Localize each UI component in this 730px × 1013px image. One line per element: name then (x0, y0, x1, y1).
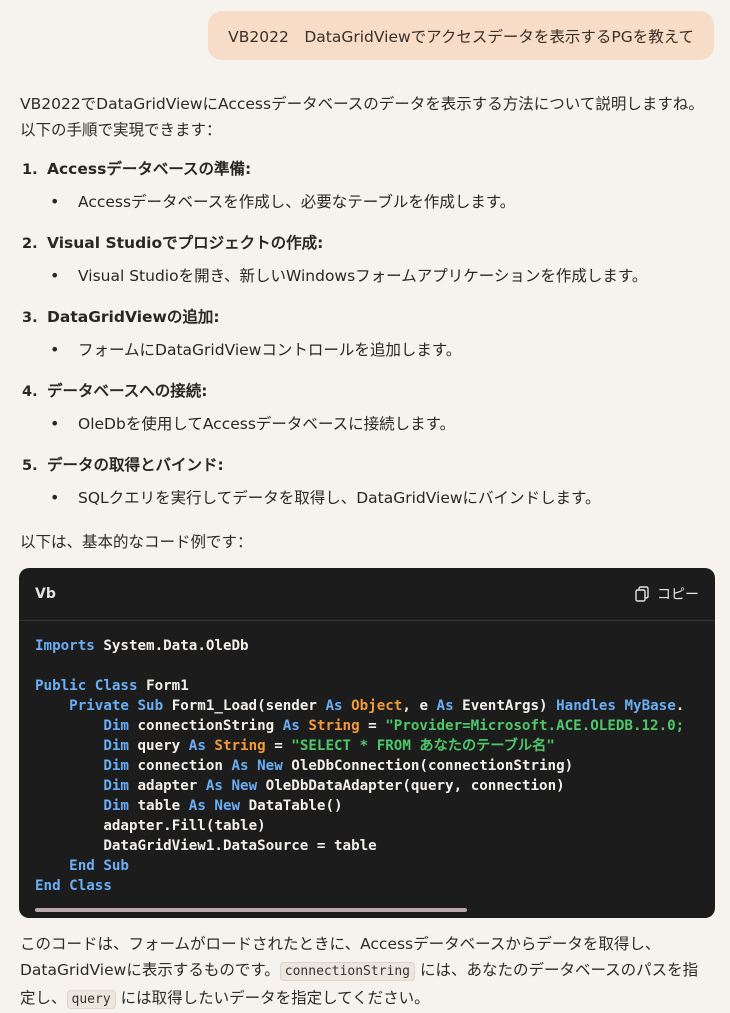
code-line: Dim query As String = "SELECT * FROM あなた… (103, 738, 555, 754)
code-line: Dim connection As New OleDbConnection(co… (103, 758, 574, 774)
step-item: 2. Visual Studioでプロジェクトの作成: • Visual Stu… (22, 232, 712, 287)
step-title: DataGridViewの追加: (47, 308, 220, 326)
step-item: 5. データの取得とバインド: • SQLクエリを実行してデータを取得し、Dat… (22, 454, 712, 509)
step-bullet: フォームにDataGridViewコントロールを追加します。 (78, 341, 462, 359)
user-message-bubble: VB2022 DataGridViewでアクセスデータを表示するPGを教えて (208, 11, 714, 60)
code-content: Imports System.Data.OleDb Public Class F… (35, 636, 684, 896)
bullet-icon: • (50, 192, 60, 211)
step-item: 3. DataGridViewの追加: • フォームにDataGridViewコ… (22, 306, 712, 361)
code-line: Private Sub Form1_Load(sender As Object,… (69, 698, 685, 714)
code-line: Imports System.Data.OleDb (35, 638, 249, 654)
code-line: End Sub (69, 858, 129, 874)
step-title: Visual Studioでプロジェクトの作成: (47, 234, 324, 252)
step-title: データベースへの接続: (47, 382, 208, 400)
bullet-icon: • (50, 266, 60, 285)
code-block: Vb コピー Imports System.Data.OleDb Public … (19, 568, 715, 918)
code-line: Dim adapter As New OleDbDataAdapter(quer… (103, 778, 565, 794)
code-language-label: Vb (35, 586, 56, 602)
user-message-text: VB2022 DataGridViewでアクセスデータを表示するPGを教えて (228, 27, 694, 46)
step-bullet: Visual Studioを開き、新しいWindowsフォームアプリケーションを… (78, 267, 648, 285)
step-number: 2. (22, 236, 38, 252)
code-header: Vb コピー (19, 568, 715, 621)
code-intro: 以下は、基本的なコード例です： (20, 533, 253, 551)
code-line: adapter.Fill(table) (103, 818, 266, 834)
scrollbar-thumb[interactable] (35, 908, 467, 912)
assistant-outro: このコードは、フォームがロードされたときに、Accessデータベースからデータを… (20, 931, 710, 1013)
code-line: DataGridView1.DataSource = table (103, 838, 377, 854)
copy-label: コピー (657, 587, 699, 603)
step-number: 3. (22, 310, 38, 326)
bullet-icon: • (50, 414, 60, 433)
outro-text-3: には取得したいデータを指定してください。 (115, 989, 430, 1007)
step-title: Accessデータベースの準備: (47, 160, 252, 178)
step-bullet: SQLクエリを実行してデータを取得し、DataGridViewにバインドします。 (78, 489, 601, 507)
step-item: 4. データベースへの接続: • OleDbを使用してAccessデータベースに… (22, 380, 712, 435)
bullet-icon: • (50, 488, 60, 507)
step-bullet: OleDbを使用してAccessデータベースに接続します。 (78, 415, 456, 433)
copy-icon (635, 586, 649, 602)
step-title: データの取得とバインド: (47, 456, 224, 474)
code-line: Dim connectionString As String = "Provid… (103, 718, 685, 734)
horizontal-scrollbar[interactable] (35, 908, 699, 912)
code-line: End Class (35, 878, 112, 894)
assistant-intro: VB2022でDataGridViewにAccessデータベースのデータを表示す… (20, 95, 704, 139)
bullet-icon: • (50, 340, 60, 359)
step-number: 4. (22, 384, 38, 400)
code-line: Public Class Form1 (35, 678, 189, 694)
copy-button[interactable]: コピー (635, 584, 699, 604)
step-item: 1. Accessデータベースの準備: • Accessデータベースを作成し、必… (22, 158, 712, 213)
code-line: Dim table As New DataTable() (103, 798, 343, 814)
step-number: 5. (22, 458, 38, 474)
inline-code-connectionstring: connectionString (279, 962, 416, 981)
step-bullet: Accessデータベースを作成し、必要なテーブルを作成します。 (78, 193, 516, 211)
inline-code-query: query (66, 990, 116, 1009)
step-number: 1. (22, 162, 38, 178)
